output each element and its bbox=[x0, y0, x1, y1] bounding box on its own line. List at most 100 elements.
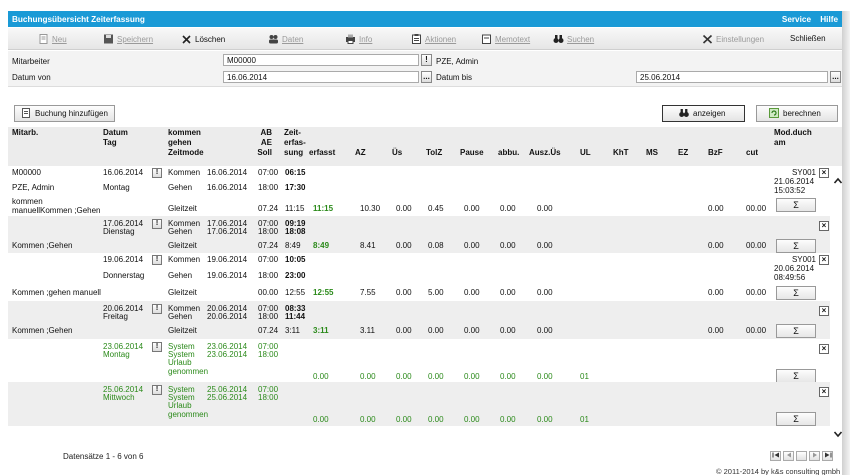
actions-button[interactable]: Aktionen bbox=[411, 34, 456, 44]
filter-form: Mitarbeiter M00000 ! PZE, Admin Datum vo… bbox=[8, 51, 842, 87]
col-us[interactable]: Üs bbox=[392, 148, 402, 158]
booking-time-in: 10:05 bbox=[285, 255, 306, 264]
col-abbu[interactable]: abbu. bbox=[498, 148, 519, 158]
menu-service[interactable]: Service bbox=[782, 15, 811, 24]
sum-button[interactable]: Σ bbox=[776, 198, 816, 212]
value-cut: 00.00 bbox=[746, 204, 767, 213]
col-pause[interactable]: Pause bbox=[460, 148, 484, 158]
value-tolz: 0.00 bbox=[428, 372, 444, 381]
col-ez[interactable]: EZ bbox=[678, 148, 688, 158]
sum-button[interactable]: Σ bbox=[776, 239, 816, 253]
first-page-button[interactable] bbox=[770, 451, 781, 461]
col-ae[interactable]: AE bbox=[248, 138, 272, 148]
sum-button[interactable]: Σ bbox=[776, 369, 816, 383]
remove-row-button[interactable]: × bbox=[819, 387, 829, 397]
value-cut: 00.00 bbox=[746, 326, 767, 335]
add-booking-button[interactable]: Buchung hinzufügen bbox=[14, 105, 115, 122]
col-tolz[interactable]: TolZ bbox=[426, 148, 442, 158]
col-zeit[interactable]: Zeit- bbox=[284, 128, 301, 138]
data-button[interactable]: Daten bbox=[268, 34, 303, 44]
booking-info-button[interactable]: ! bbox=[152, 385, 162, 395]
title-bar: Buchungsübersicht Zeiterfassung Service … bbox=[8, 11, 842, 27]
col-gehen[interactable]: gehen bbox=[168, 138, 192, 148]
sum-button[interactable]: Σ bbox=[776, 324, 816, 338]
booking-info-button[interactable]: ! bbox=[152, 219, 162, 229]
date-to-input[interactable]: 25.06.2014 bbox=[636, 71, 828, 83]
remove-row-button[interactable]: × bbox=[819, 168, 829, 178]
col-bzf[interactable]: BzF bbox=[708, 148, 723, 158]
remove-row-button[interactable]: × bbox=[819, 344, 829, 354]
booking-type-out: Gehen bbox=[168, 271, 193, 280]
erfasst-value: 11:15 bbox=[313, 204, 334, 213]
value-az: 10.30 bbox=[360, 204, 381, 213]
employee-info-button[interactable]: ! bbox=[421, 54, 432, 66]
info-button[interactable]: Info bbox=[345, 34, 372, 44]
booking-info-button[interactable]: ! bbox=[152, 304, 162, 314]
booking-time-out: 23:00 bbox=[285, 271, 306, 280]
show-button[interactable]: anzeigen bbox=[662, 105, 745, 122]
soll-value: 07.24 bbox=[258, 204, 279, 213]
settings-button[interactable]: Einstellungen bbox=[702, 34, 764, 44]
memo-button[interactable]: Memotext bbox=[481, 34, 530, 44]
next-page-button[interactable] bbox=[809, 451, 820, 461]
sum-button[interactable]: Σ bbox=[776, 412, 816, 426]
table-row[interactable]: M00000 PZE, Admin kommen manuellKommen ;Geh… bbox=[8, 166, 830, 216]
last-page-button[interactable] bbox=[822, 451, 833, 461]
captured-time: 3:11 bbox=[285, 326, 300, 335]
floppy-icon bbox=[104, 34, 113, 44]
value-cut: 00.00 bbox=[746, 241, 767, 250]
col-kht[interactable]: KhT bbox=[613, 148, 629, 158]
booking-info-button[interactable]: ! bbox=[152, 168, 162, 178]
col-ms[interactable]: MS bbox=[646, 148, 658, 158]
date-to-picker-button[interactable]: ... bbox=[830, 71, 841, 83]
search-button[interactable]: Suchen bbox=[553, 34, 594, 44]
booking-soll-out: 18:00 bbox=[258, 312, 279, 321]
col-mod-date[interactable]: am bbox=[774, 138, 786, 148]
table-row[interactable]: 25.06.2014 Mittwoch! System 25.06.2014 07:00… bbox=[8, 382, 830, 426]
sum-button[interactable]: Σ bbox=[776, 286, 816, 300]
booking-info-button[interactable]: ! bbox=[152, 255, 162, 265]
col-sung[interactable]: sung bbox=[284, 148, 303, 158]
remove-row-button[interactable]: × bbox=[819, 255, 829, 265]
col-ul[interactable]: UL bbox=[580, 148, 591, 158]
new-button[interactable]: Neu bbox=[38, 34, 67, 44]
employee-input[interactable]: M00000 bbox=[223, 54, 419, 66]
close-button[interactable]: Schließen bbox=[790, 34, 826, 43]
col-auszus[interactable]: Ausz.Üs bbox=[529, 148, 561, 158]
table-row[interactable]: Kommen ;Gehen 17.06.2014 Dienstag! Kommen 17… bbox=[8, 216, 830, 253]
page-button[interactable] bbox=[796, 451, 807, 461]
delete-button[interactable]: Löschen bbox=[181, 34, 225, 44]
table-row[interactable]: Kommen ;gehen manuell 19.06.2014 Donnersta… bbox=[8, 253, 830, 301]
col-az[interactable]: AZ bbox=[355, 148, 366, 158]
booking-note: Kommen ;Gehen bbox=[12, 241, 73, 250]
value-us: 0.00 bbox=[396, 372, 412, 381]
col-mitarb[interactable]: Mitarb. bbox=[12, 128, 38, 138]
save-button[interactable]: Speichern bbox=[103, 34, 153, 44]
booking-info-button[interactable]: ! bbox=[152, 342, 162, 352]
copyright: © 2011-2014 by k&s consulting gmbh bbox=[716, 467, 841, 475]
remove-row-button[interactable]: × bbox=[819, 306, 829, 316]
window-title: Buchungsübersicht Zeiterfassung bbox=[12, 15, 145, 24]
booking-date-out: 25.06.2014 bbox=[207, 393, 248, 402]
table-row[interactable]: 23.06.2014 Montag! System 23.06.2014 07:00 Sy… bbox=[8, 339, 830, 383]
col-kommen[interactable]: kommen bbox=[168, 128, 201, 138]
date-from-input[interactable]: 16.06.2014 bbox=[223, 71, 419, 83]
col-erfasst[interactable]: erfasst bbox=[309, 148, 335, 158]
prev-page-button[interactable] bbox=[783, 451, 794, 461]
col-soll[interactable]: Soll bbox=[248, 148, 272, 158]
time-mode: genommen bbox=[168, 367, 209, 376]
remove-row-button[interactable]: × bbox=[819, 221, 829, 231]
menu-help[interactable]: Hilfe bbox=[820, 15, 838, 24]
col-zeitmode[interactable]: Zeitmode bbox=[168, 148, 204, 158]
calculate-button[interactable]: berechnen bbox=[756, 105, 838, 122]
col-cut[interactable]: cut bbox=[746, 148, 758, 158]
col-ab[interactable]: AB bbox=[248, 128, 272, 138]
close-label: Schließen bbox=[790, 34, 826, 43]
date-from-picker-button[interactable]: ... bbox=[421, 71, 432, 83]
col-datum[interactable]: Datum bbox=[103, 128, 128, 138]
col-erfas[interactable]: erfas- bbox=[284, 138, 306, 148]
col-mod-by[interactable]: Mod.duch bbox=[774, 128, 812, 138]
employee-id: M00000 bbox=[12, 168, 41, 177]
table-row[interactable]: Kommen ;Gehen 20.06.2014 Freitag! Kommen 20.… bbox=[8, 301, 830, 339]
col-tag[interactable]: Tag bbox=[103, 138, 117, 148]
